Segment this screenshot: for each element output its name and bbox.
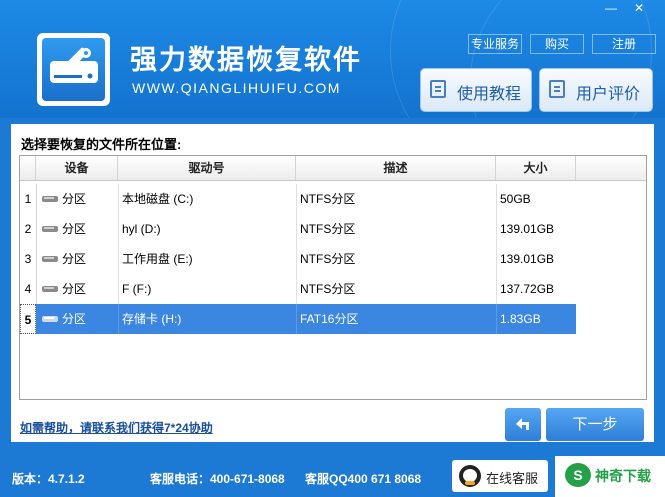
app-logo [37, 33, 110, 106]
drive-cell: 工作用盘 (E:) [122, 252, 193, 266]
size-cell: 139.01GB [500, 252, 555, 266]
service-qq: 客服QQ400 671 8068 [305, 472, 422, 486]
description-cell: FAT16分区 [300, 312, 359, 326]
register-link[interactable]: 注册 [592, 34, 656, 54]
drive-cell: 本地磁盘 (C:) [122, 192, 194, 206]
size-cell: 137.72GB [500, 282, 555, 296]
pro-service-link[interactable]: 专业服务 [468, 34, 522, 54]
row-number: 4 [20, 274, 37, 304]
undo-arrow-icon [516, 418, 529, 430]
back-button[interactable] [505, 408, 541, 441]
description-cell: NTFS分区 [300, 282, 356, 296]
column-header-description[interactable]: 描述 [296, 156, 496, 180]
description-cell: NTFS分区 [300, 192, 356, 206]
version-label: 版本：4.7.1.2 [12, 472, 85, 486]
drive-icon [42, 256, 58, 262]
app-url: WWW.QIANGLIHUIFU.COM [132, 80, 341, 96]
online-service-label: 在线客服 [486, 471, 539, 486]
row-number: 2 [20, 214, 37, 244]
table-row[interactable]: 4 分区 F (F:) NTFS分区 137.72GB [20, 274, 576, 304]
online-service-button[interactable]: 在线客服 [452, 460, 548, 492]
device-cell: 分区 [62, 282, 87, 296]
app-title: 强力数据恢复软件 [130, 45, 362, 75]
tutorial-button[interactable]: 使用教程 [420, 68, 532, 112]
brand-logo-icon: S [565, 463, 591, 487]
size-cell: 1.83GB [500, 312, 541, 326]
row-number: 3 [20, 244, 37, 274]
row-number: 1 [20, 184, 37, 214]
size-cell: 139.01GB [500, 222, 555, 236]
description-cell: NTFS分区 [300, 222, 356, 236]
column-header-size[interactable]: 大小 [496, 156, 576, 180]
drive-icon [42, 226, 58, 232]
service-phone: 客服电话：400-671-8068 [150, 472, 285, 486]
brand-name: 神奇下载 [595, 468, 651, 484]
brand-watermark: S 神奇下载 [555, 456, 665, 497]
column-header-drive[interactable]: 驱动号 [118, 156, 296, 180]
buy-link[interactable]: 购买 [530, 34, 584, 54]
header-banner: 强力数据恢复软件 WWW.QIANGLIHUIFU.COM — ✕ 专业服务 购… [0, 0, 665, 118]
table-row-selected[interactable]: 5 分区 存储卡 (H:) FAT16分区 1.83GB [20, 304, 576, 334]
size-cell: 50GB [500, 192, 531, 206]
drive-table: 设备 驱动号 描述 大小 1 分区 本地磁盘 (C:) NTFS分区 50GB … [19, 155, 647, 400]
drive-cell: hyl (D:) [122, 222, 161, 236]
drive-icon [42, 286, 58, 292]
drive-cell: 存储卡 (H:) [122, 312, 182, 326]
qq-penguin-icon [459, 465, 481, 487]
description-cell: NTFS分区 [300, 252, 356, 266]
chat-icon [549, 80, 565, 98]
row-number: 5 [20, 304, 36, 334]
table-row[interactable]: 3 分区 工作用盘 (E:) NTFS分区 139.01GB [20, 244, 576, 274]
close-button[interactable]: ✕ [628, 0, 650, 16]
review-button-label: 用户评价 [576, 86, 641, 103]
document-icon [430, 80, 446, 98]
table-header: 设备 驱动号 描述 大小 [20, 156, 646, 181]
table-row[interactable]: 1 分区 本地磁盘 (C:) NTFS分区 50GB [20, 184, 576, 214]
table-row[interactable]: 2 分区 hyl (D:) NTFS分区 139.01GB [20, 214, 576, 244]
main-panel: 选择要恢复的文件所在位置: 设备 驱动号 描述 大小 1 分区 本地磁盘 (C:… [11, 124, 654, 442]
location-prompt: 选择要恢复的文件所在位置: [21, 137, 182, 152]
device-cell: 分区 [62, 312, 87, 326]
review-button[interactable]: 用户评价 [539, 68, 653, 112]
drive-cell: F (F:) [122, 282, 152, 296]
column-header-index [20, 156, 36, 180]
tutorial-button-label: 使用教程 [457, 86, 522, 103]
device-cell: 分区 [62, 222, 87, 236]
device-cell: 分区 [62, 252, 87, 266]
minimize-button[interactable]: — [600, 0, 622, 16]
hard-drive-tool-icon [42, 38, 105, 101]
help-link[interactable]: 如需帮助，请联系我们获得7*24协助 [20, 419, 213, 436]
next-step-button[interactable]: 下一步 [546, 408, 644, 441]
device-cell: 分区 [62, 192, 87, 206]
drive-icon [42, 196, 58, 202]
drive-icon [42, 316, 58, 322]
column-header-device[interactable]: 设备 [36, 156, 118, 180]
